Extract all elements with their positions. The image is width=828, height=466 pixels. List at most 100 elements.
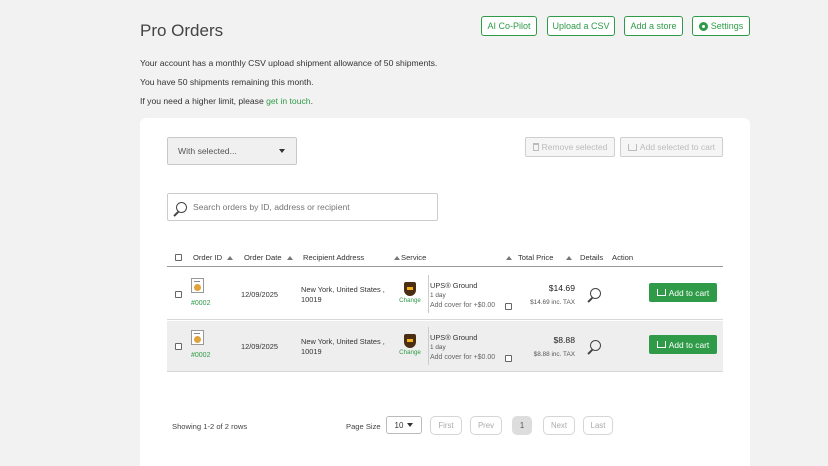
cart-icon <box>656 341 666 348</box>
first-page-button[interactable]: First <box>430 416 462 435</box>
search-input[interactable] <box>193 202 423 212</box>
page-size-label: Page Size <box>346 422 381 431</box>
current-page-button[interactable]: 1 <box>512 416 532 435</box>
recipient-address: New York, United States , 10019 <box>301 337 385 357</box>
order-date: 12/09/2025 <box>241 290 278 299</box>
caret-down-icon <box>279 149 285 153</box>
remove-selected-label: Remove selected <box>541 142 608 152</box>
header-service[interactable]: Service <box>401 253 513 262</box>
sort-icon <box>566 255 573 260</box>
limit-prefix: If you need a higher limit, please <box>140 96 267 106</box>
table-row: #0002 12/09/2025 New York, United States… <box>167 269 723 320</box>
trash-icon <box>532 143 539 151</box>
address-line-2: 10019 <box>301 295 322 304</box>
row-checkbox[interactable] <box>175 291 182 298</box>
cover-label: Add cover for +$0.00 <box>430 354 496 361</box>
search-box[interactable] <box>167 193 438 221</box>
last-page-button[interactable]: Last <box>583 416 613 435</box>
remaining-text: You have 50 shipments remaining this mon… <box>140 77 314 87</box>
order-cell: #0002 <box>191 330 210 359</box>
ups-logo-icon <box>404 282 416 296</box>
gear-icon <box>698 21 708 31</box>
header-order-date-label: Order Date <box>244 253 282 262</box>
ups-logo-icon <box>404 334 416 348</box>
remove-selected-button[interactable]: Remove selected <box>525 137 615 157</box>
add-selected-label: Add selected to cart <box>639 142 716 152</box>
orders-card: With selected... Remove selected Add sel… <box>140 118 750 466</box>
sort-icon <box>286 255 293 260</box>
sort-icon <box>394 255 401 260</box>
sort-icon <box>506 255 513 260</box>
sort-icon <box>227 255 234 260</box>
add-to-cart-button[interactable]: Add to cart <box>649 335 717 354</box>
with-selected-dropdown[interactable]: With selected... <box>167 137 297 165</box>
change-service-link[interactable]: Change <box>399 349 421 356</box>
add-store-button[interactable]: Add a store <box>624 16 683 36</box>
service-days: 1 day <box>430 344 446 351</box>
with-selected-label: With selected... <box>178 146 237 156</box>
recipient-address: New York, United States , 10019 <box>301 285 385 305</box>
csv-file-icon <box>191 278 204 293</box>
service-cell: UPS® Ground 1 day Add cover for +$0.00 <box>430 333 513 363</box>
page-title: Pro Orders <box>140 21 224 40</box>
settings-label: Settings <box>710 21 744 31</box>
get-in-touch-link[interactable]: get in touch <box>266 96 310 106</box>
cover-checkbox[interactable] <box>505 354 513 362</box>
search-icon <box>176 201 187 213</box>
cover-option: Add cover for +$0.00 <box>430 353 513 363</box>
price-inc-tax: $8.88 inc. TAX <box>533 351 575 358</box>
header-total-price[interactable]: Total Price <box>518 253 573 262</box>
settings-button[interactable]: Settings <box>692 16 750 36</box>
address-line-2: 10019 <box>301 347 322 356</box>
cover-checkbox[interactable] <box>505 302 513 310</box>
select-all-checkbox[interactable] <box>175 254 182 261</box>
details-search-icon[interactable] <box>590 340 601 351</box>
add-to-cart-label: Add to cart <box>668 339 710 350</box>
upload-csv-button[interactable]: Upload a CSV <box>547 16 615 36</box>
service-divider <box>428 275 429 313</box>
header-order-id[interactable]: Order ID <box>193 253 234 262</box>
service-name: UPS® Ground <box>430 333 478 342</box>
table-row: #0002 12/09/2025 New York, United States… <box>167 321 723 372</box>
order-id-link[interactable]: #0002 <box>191 300 210 307</box>
price-inc-tax: $14.69 inc. TAX <box>530 299 575 306</box>
header-total-label: Total Price <box>518 253 554 262</box>
address-line-1: New York, United States , <box>301 285 385 294</box>
add-to-cart-label: Add to cart <box>668 287 710 298</box>
header-order-id-label: Order ID <box>193 253 223 262</box>
total-price: $8.88 <box>553 335 575 345</box>
header-details: Details <box>580 253 604 262</box>
add-to-cart-button[interactable]: Add to cart <box>649 283 717 302</box>
table-header: Order ID Order Date Recipient Address Se… <box>167 249 723 267</box>
prev-page-button[interactable]: Prev <box>470 416 502 435</box>
chevron-down-icon <box>407 423 414 427</box>
price-cell: $8.88 $8.88 inc. TAX <box>517 335 575 358</box>
cart-icon <box>627 143 637 151</box>
cover-option: Add cover for +$0.00 <box>430 301 513 311</box>
change-service-link[interactable]: Change <box>399 297 421 304</box>
cart-icon <box>656 289 666 296</box>
row-checkbox[interactable] <box>175 343 182 350</box>
total-price: $14.69 <box>548 283 575 293</box>
header-order-date[interactable]: Order Date <box>244 253 293 262</box>
service-days: 1 day <box>430 292 446 299</box>
ai-copilot-label: AI Co-Pilot <box>487 21 531 31</box>
page-size-select[interactable]: 10 <box>386 416 422 434</box>
carrier-cell: Change <box>399 334 421 356</box>
add-selected-button[interactable]: Add selected to cart <box>620 137 723 157</box>
csv-file-icon <box>191 330 204 345</box>
page-size-value: 10 <box>394 420 404 430</box>
next-page-button[interactable]: Next <box>543 416 575 435</box>
details-search-icon[interactable] <box>590 288 601 299</box>
ai-copilot-button[interactable]: AI Co-Pilot <box>481 16 537 36</box>
carrier-cell: Change <box>399 282 421 304</box>
address-line-1: New York, United States , <box>301 337 385 346</box>
order-id-link[interactable]: #0002 <box>191 352 210 359</box>
header-recipient[interactable]: Recipient Address <box>303 253 401 262</box>
service-divider <box>428 327 429 365</box>
header-recipient-label: Recipient Address <box>303 253 365 262</box>
limit-text: If you need a higher limit, please get i… <box>140 96 313 106</box>
order-cell: #0002 <box>191 278 210 307</box>
service-cell: UPS® Ground 1 day Add cover for +$0.00 <box>430 281 513 311</box>
header-service-label: Service <box>401 253 427 262</box>
